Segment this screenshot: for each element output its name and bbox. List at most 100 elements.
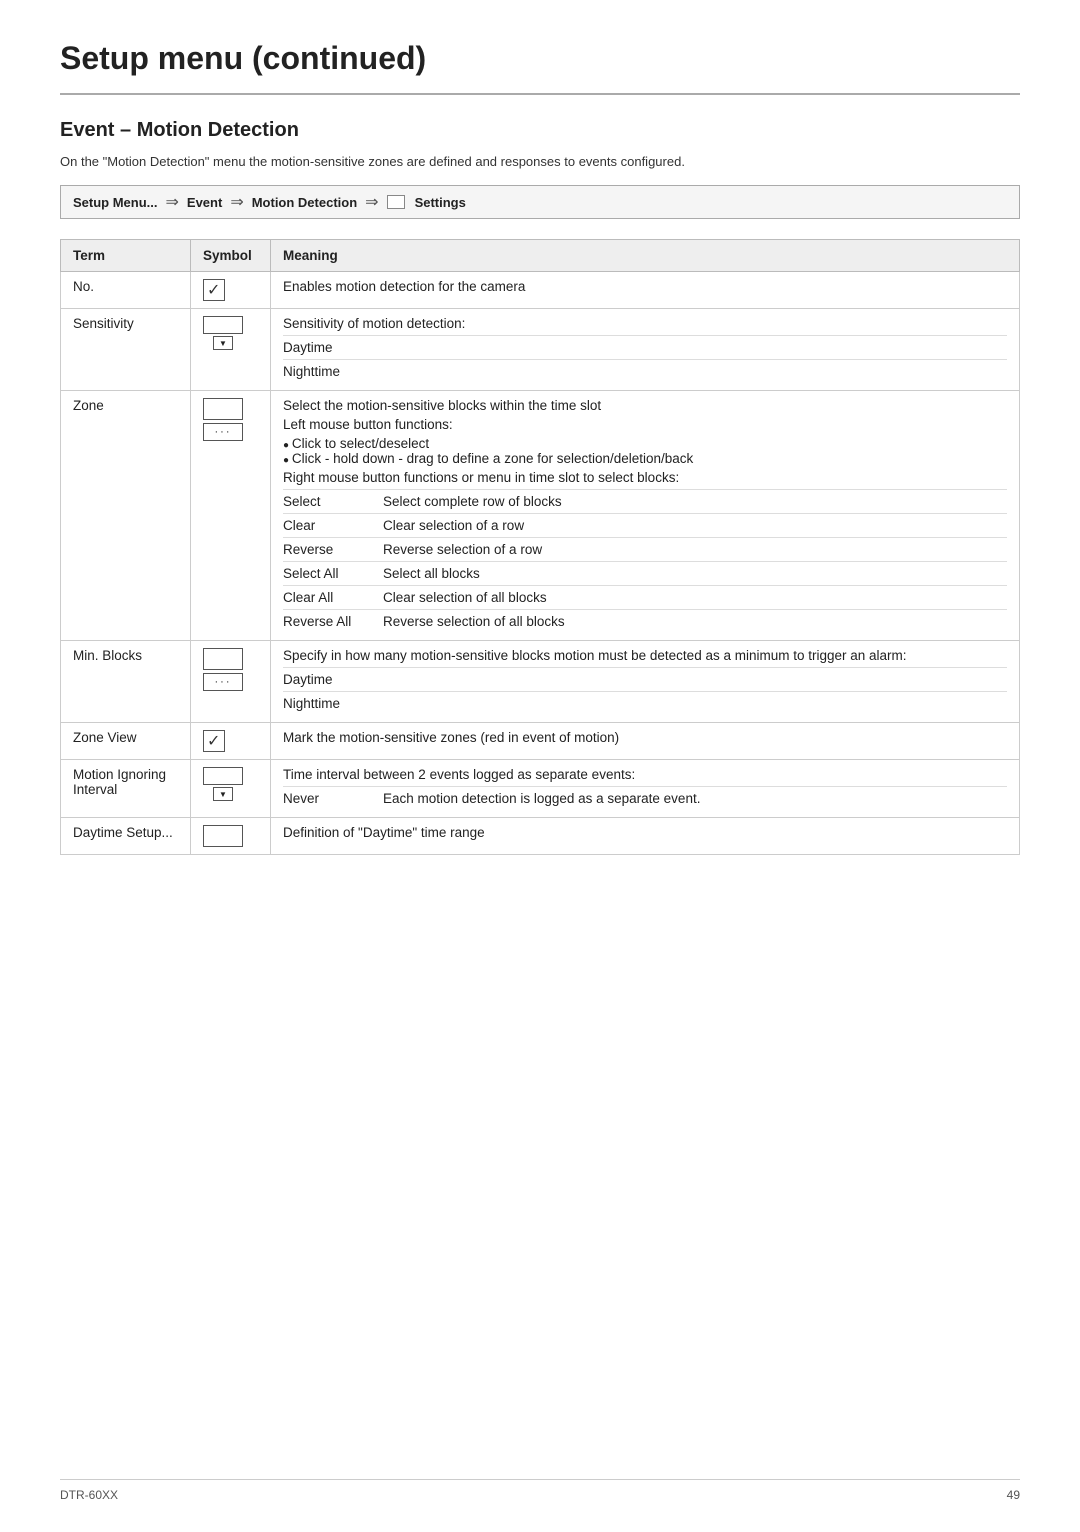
table-row: Motion Ignoring Interval ▼ Time interval… [61, 760, 1020, 818]
meaning-motion-ignoring: Time interval between 2 events logged as… [271, 760, 1020, 818]
motion-ignoring-arrow-icon: ▼ [213, 787, 233, 801]
list-item: Never Each motion detection is logged as… [283, 787, 1007, 811]
table-row: Sensitivity ▼ Sensitivity of motion dete… [61, 309, 1020, 391]
zone-sub-selectall-desc: Select all blocks [383, 562, 1007, 586]
list-item: Click to select/deselect [283, 436, 1007, 451]
sensitivity-nighttime: Nighttime [283, 360, 1007, 384]
symbol-no [191, 272, 271, 309]
table-row: Zone View Mark the motion-sensitive zone… [61, 723, 1020, 760]
section-title: Event – Motion Detection [60, 119, 1020, 142]
term-zone: Zone [61, 391, 191, 641]
zone-sub-clearall-desc: Clear selection of all blocks [383, 586, 1007, 610]
zone-sub-reverseall-label: Reverse All [283, 610, 383, 634]
zone-sub-reverse-desc: Reverse selection of a row [383, 538, 1007, 562]
col-header-meaning: Meaning [271, 240, 1020, 272]
breadcrumb-setup-menu: Setup Menu... [73, 195, 158, 210]
min-blocks-daytime: Daytime [283, 668, 1007, 692]
list-item: Reverse Reverse selection of a row [283, 538, 1007, 562]
dropdown-box [203, 316, 243, 334]
zone-button-group: ··· [203, 398, 243, 441]
footer: DTR-60XX 49 [60, 1479, 1020, 1502]
sensitivity-daytime: Daytime [283, 336, 1007, 360]
list-item: Clear Clear selection of a row [283, 514, 1007, 538]
list-item: Nighttime [283, 692, 1007, 716]
breadcrumb-settings: Settings [415, 195, 466, 210]
term-no: No. [61, 272, 191, 309]
list-item: Select All Select all blocks [283, 562, 1007, 586]
zone-bullet-list: Click to select/deselect Click - hold do… [283, 436, 1007, 466]
footer-model: DTR-60XX [60, 1488, 118, 1502]
dropdown-icon: ▼ [203, 316, 243, 350]
min-blocks-rect-icon [203, 648, 243, 670]
meaning-sensitivity: Sensitivity of motion detection: Daytime… [271, 309, 1020, 391]
list-item: Clear All Clear selection of all blocks [283, 586, 1007, 610]
table-row: No. Enables motion detection for the cam… [61, 272, 1020, 309]
term-daytime-setup: Daytime Setup... [61, 818, 191, 855]
meaning-min-blocks: Specify in how many motion-sensitive blo… [271, 641, 1020, 723]
motion-ignoring-dropdown-icon: ▼ [203, 767, 243, 801]
zone-sub-clear-desc: Clear selection of a row [383, 514, 1007, 538]
min-blocks-intro: Specify in how many motion-sensitive blo… [283, 648, 1007, 663]
breadcrumb-arrow-1: ⇒ [166, 192, 179, 212]
motion-ignoring-subtable: Never Each motion detection is logged as… [283, 786, 1007, 810]
zone-rect-icon [203, 398, 243, 420]
motion-ignoring-intro: Time interval between 2 events logged as… [283, 767, 1007, 782]
meaning-no: Enables motion detection for the camera [271, 272, 1020, 309]
term-motion-ignoring: Motion Ignoring Interval [61, 760, 191, 818]
symbol-daytime-setup [191, 818, 271, 855]
min-blocks-button-group: ··· [203, 648, 243, 691]
symbol-zone: ··· [191, 391, 271, 641]
breadcrumb: Setup Menu... ⇒ Event ⇒ Motion Detection… [60, 185, 1020, 219]
daytime-rect-icon [203, 825, 243, 847]
meaning-zone: Select the motion-sensitive blocks withi… [271, 391, 1020, 641]
zone-sub-reverseall-desc: Reverse selection of all blocks [383, 610, 1007, 634]
min-blocks-nighttime: Nighttime [283, 692, 1007, 716]
zone-sub-selectall-label: Select All [283, 562, 383, 586]
meaning-daytime-setup: Definition of "Daytime" time range [271, 818, 1020, 855]
breadcrumb-motion-detection: Motion Detection [252, 195, 357, 210]
intro-text: On the "Motion Detection" menu the motio… [60, 154, 1020, 169]
meaning-zone-view: Mark the motion-sensitive zones (red in … [271, 723, 1020, 760]
zone-sub-reverse-label: Reverse [283, 538, 383, 562]
zone-sub-select-desc: Select complete row of blocks [383, 490, 1007, 514]
list-item: Daytime [283, 336, 1007, 360]
symbol-zone-view [191, 723, 271, 760]
sensitivity-intro: Sensitivity of motion detection: [283, 316, 1007, 331]
table-row: Zone ··· Select the motion-sensitive blo… [61, 391, 1020, 641]
symbol-min-blocks: ··· [191, 641, 271, 723]
checkbox-icon [203, 279, 225, 301]
min-blocks-dots-button: ··· [203, 673, 243, 691]
settings-icon [387, 195, 405, 209]
zone-sub-clear-label: Clear [283, 514, 383, 538]
table-row: Daytime Setup... Definition of "Daytime"… [61, 818, 1020, 855]
term-zone-view: Zone View [61, 723, 191, 760]
sensitivity-subtable: Daytime Nighttime [283, 335, 1007, 383]
page-title: Setup menu (continued) [60, 40, 1020, 95]
motion-ignoring-never-desc: Each motion detection is logged as a sep… [383, 787, 1007, 811]
min-blocks-subtable: Daytime Nighttime [283, 667, 1007, 715]
motion-ignoring-never-label: Never [283, 787, 383, 811]
list-item: Reverse All Reverse selection of all blo… [283, 610, 1007, 634]
zone-subtable: Select Select complete row of blocks Cle… [283, 489, 1007, 633]
term-min-blocks: Min. Blocks [61, 641, 191, 723]
breadcrumb-arrow-2: ⇒ [230, 192, 243, 212]
zone-sub-clearall-label: Clear All [283, 586, 383, 610]
zone-dots-button: ··· [203, 423, 243, 441]
zone-intro: Select the motion-sensitive blocks withi… [283, 398, 1007, 413]
col-header-symbol: Symbol [191, 240, 271, 272]
term-sensitivity: Sensitivity [61, 309, 191, 391]
breadcrumb-event: Event [187, 195, 222, 210]
zone-rmb-label: Right mouse button functions or menu in … [283, 470, 1007, 485]
col-header-term: Term [61, 240, 191, 272]
list-item: Click - hold down - drag to define a zon… [283, 451, 1007, 466]
motion-ignoring-dropdown-box [203, 767, 243, 785]
main-table: Term Symbol Meaning No. Enables motion d… [60, 239, 1020, 855]
dropdown-arrow-icon: ▼ [213, 336, 233, 350]
footer-page-number: 49 [1007, 1488, 1020, 1502]
zone-sub-select-label: Select [283, 490, 383, 514]
breadcrumb-arrow-3: ⇒ [365, 192, 378, 212]
list-item: Daytime [283, 668, 1007, 692]
list-item: Select Select complete row of blocks [283, 490, 1007, 514]
list-item: Nighttime [283, 360, 1007, 384]
symbol-motion-ignoring: ▼ [191, 760, 271, 818]
